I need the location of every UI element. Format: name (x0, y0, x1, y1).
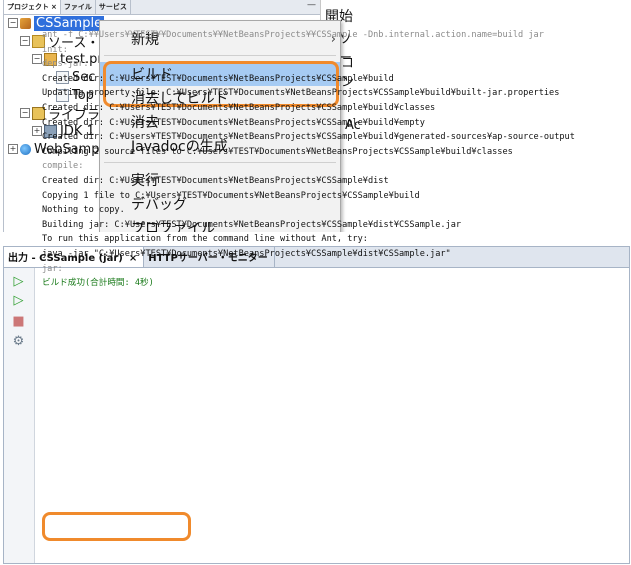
collapse-icon[interactable]: − (20, 108, 30, 118)
output-toolbar: ▷ ▷ ■ ⚙ (4, 268, 35, 563)
output-line: Created dir: C:¥Users¥TEST¥Documents¥Net… (42, 175, 389, 186)
output-line: Copying 1 file to C:¥Users¥TEST¥Document… (42, 190, 420, 201)
build-success-line: ビルド成功(合計時間: 4秒) (42, 278, 154, 289)
tab-files-label: ファイル (63, 3, 92, 11)
close-icon[interactable]: × (51, 3, 57, 11)
output-line: Nothing to copy. (42, 205, 125, 216)
web-project-icon (20, 143, 31, 155)
output-line: To run this application from the command… (42, 234, 368, 245)
tab-projects-label: プロジェクト (7, 3, 49, 11)
projects-panel-tabs: プロジェクト × ファイル サービス (4, 0, 320, 15)
output-line: ant -f C:¥¥Users¥¥TEST¥¥Documents¥¥NetBe… (42, 30, 544, 40)
expand-icon[interactable]: + (32, 126, 42, 136)
highlight-ring-build-success (42, 512, 191, 541)
output-line: Created dir: C:¥Users¥TEST¥Documents¥Net… (42, 117, 425, 128)
output-line: Compiling 2 source files to C:¥Users¥TES… (42, 146, 513, 157)
output-line: Created dir: C:¥Users¥TEST¥Documents¥Net… (42, 132, 575, 143)
tab-projects[interactable]: プロジェクト × (4, 0, 61, 14)
rerun-icon[interactable]: ▷ (11, 274, 26, 289)
tab-services[interactable]: サービス (96, 0, 131, 14)
settings-icon[interactable]: ⚙ (11, 334, 26, 349)
stop-icon[interactable]: ■ (11, 314, 26, 329)
collapse-icon[interactable]: − (20, 36, 30, 46)
output-line: java -jar "C:¥Users¥TEST¥Documents¥NetBe… (42, 248, 451, 259)
expand-icon[interactable]: + (8, 144, 18, 154)
collapse-icon[interactable]: − (32, 54, 42, 64)
tab-services-label: サービス (98, 3, 127, 11)
output-line: jar: (42, 263, 63, 274)
output-line: Created dir: C:¥Users¥TEST¥Documents¥Net… (42, 73, 394, 84)
output-line: Building jar: C:¥Users¥TEST¥Documents¥Ne… (42, 219, 462, 230)
collapse-icon[interactable]: − (8, 18, 18, 28)
output-console-text: ant -f C:¥¥Users¥¥TEST¥¥Documents¥¥NetBe… (42, 28, 575, 291)
output-line: compile: (42, 161, 84, 172)
rerun-with-params-icon[interactable]: ▷ (11, 293, 26, 308)
output-line: Updating property file: C:¥Users¥TEST¥Do… (42, 88, 560, 99)
tab-files[interactable]: ファイル (61, 0, 96, 14)
minimize-icon[interactable]: — (307, 0, 316, 10)
project-icon (20, 17, 31, 29)
output-line: Created dir: C:¥Users¥TEST¥Documents¥Net… (42, 102, 436, 113)
output-line: init: (42, 44, 68, 55)
output-line: deps-jar: (42, 59, 89, 70)
